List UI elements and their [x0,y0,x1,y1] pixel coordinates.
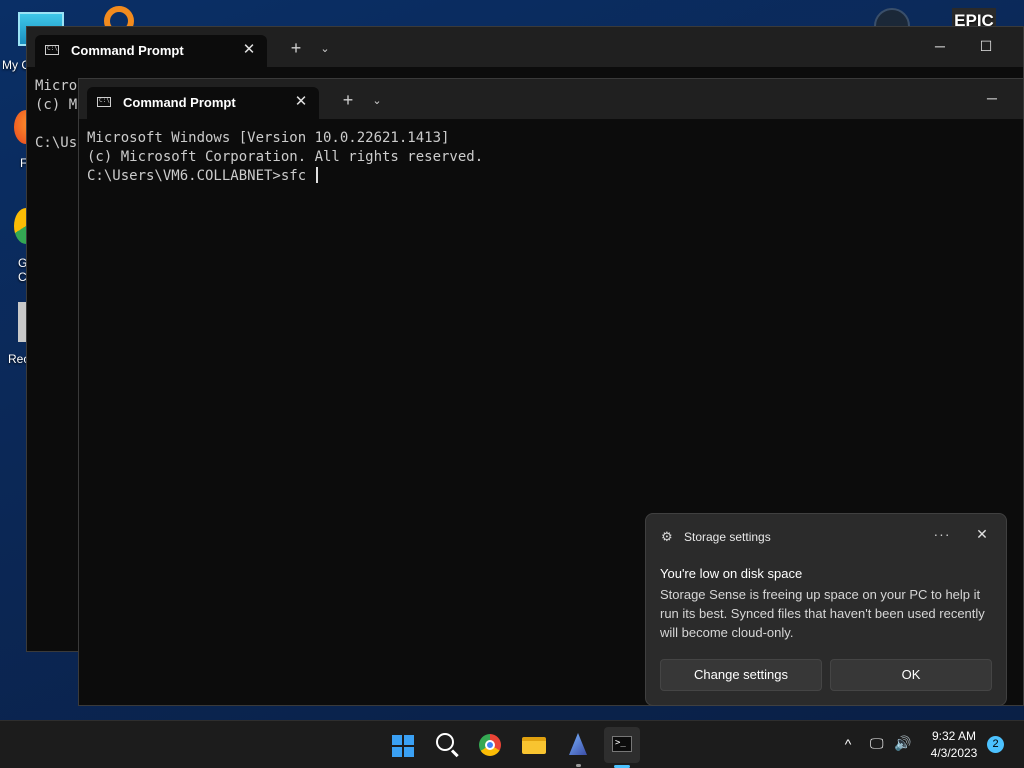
chevron-down-icon[interactable]: ⌄ [315,38,335,60]
clock-date[interactable]: 4/3/2023 [924,746,984,760]
chevron-down-icon[interactable]: ⌄ [367,90,387,112]
minimize-button[interactable]: ─ [977,87,1007,111]
new-tab-button[interactable]: + [285,38,307,60]
folder-icon [522,737,546,754]
titlebar[interactable]: C:\ Command Prompt ✕ + ⌄ ─ ☐ [27,27,1023,67]
tab-title: Command Prompt [71,43,184,58]
terminal-prompt: C:\Users\VM6.COLLABNET>sfc [87,168,315,184]
taskbar-terminal[interactable]: >_ [604,727,640,768]
app-icon [569,733,587,755]
ok-button[interactable]: OK [830,659,992,691]
terminal-icon: >_ [612,736,632,752]
minimize-button[interactable]: ─ [925,35,955,59]
taskbar-file-explorer[interactable] [516,727,552,763]
text-cursor [315,167,318,183]
show-hidden-icons-button[interactable]: ^ [838,733,858,755]
terminal-line: (c) Microsoft Corporation. All rights re… [87,149,484,165]
close-tab-icon[interactable]: ✕ [239,40,259,60]
taskbar-app[interactable] [560,727,596,767]
running-indicator [576,764,581,767]
notification-body: Storage Sense is freeing up space on you… [660,587,985,640]
start-button[interactable] [384,727,420,763]
gear-icon: ⚙ [661,529,673,544]
cmd-icon: C:\ [45,45,59,55]
search-button[interactable] [428,727,464,763]
notification-heading: You're low on disk space [660,566,803,581]
storage-notification[interactable]: ⚙ Storage settings ··· ✕ You're low on d… [645,513,1007,706]
taskbar: >_ ^ 🖵 🔊 9:32 AM 4/3/2023 2 [0,720,1024,768]
tab-title: Command Prompt [123,95,236,110]
tab-command-prompt[interactable]: C:\ Command Prompt ✕ [35,35,267,67]
close-notification-button[interactable]: ✕ [971,526,993,546]
terminal-output[interactable]: Microsoft Windows [Version 10.0.22621.14… [87,129,483,186]
new-tab-button[interactable]: + [337,90,359,112]
notification-count-badge[interactable]: 2 [987,736,1004,753]
notification-app-name: Storage settings [684,530,771,544]
cmd-icon: C:\ [97,97,111,107]
terminal-output-back: Micro (c) M C:\Us [35,78,78,151]
titlebar[interactable]: C:\ Command Prompt ✕ + ⌄ ─ [79,79,1023,119]
terminal-line: Microsoft Windows [Version 10.0.22621.14… [87,130,450,146]
clock-time[interactable]: 9:32 AM [924,729,984,743]
more-options-button[interactable]: ··· [931,526,953,546]
terminal-prompt-line[interactable]: C:\Users\VM6.COLLABNET>sfc [87,167,483,186]
windows-logo-icon [392,735,414,757]
search-icon [436,733,454,751]
maximize-button[interactable]: ☐ [971,35,1001,59]
chrome-icon [479,734,501,756]
change-settings-button[interactable]: Change settings [660,659,822,691]
close-tab-icon[interactable]: ✕ [291,92,311,112]
taskbar-chrome[interactable] [472,727,508,763]
network-icon[interactable]: 🖵 [870,735,888,753]
volume-icon[interactable]: 🔊 [894,735,914,753]
tab-command-prompt[interactable]: C:\ Command Prompt ✕ [87,87,319,119]
